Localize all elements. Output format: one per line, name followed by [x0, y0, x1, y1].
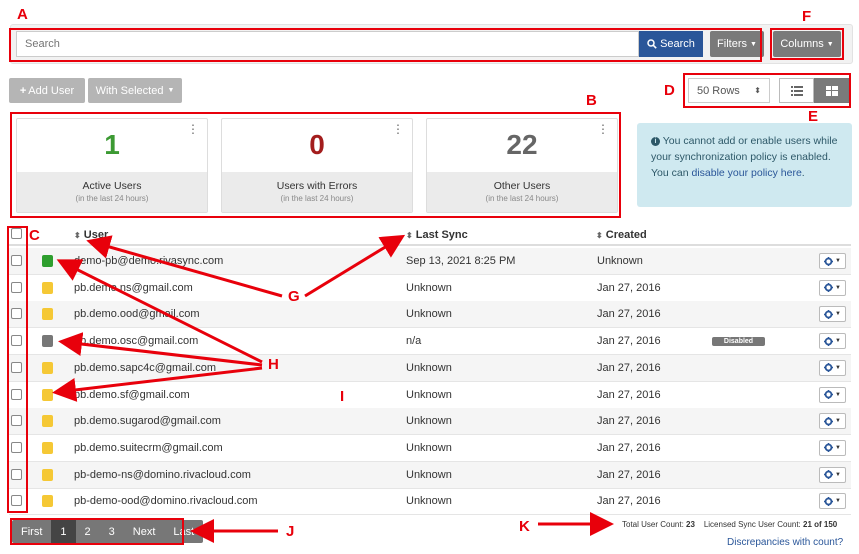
annotation-arrows	[52, 234, 614, 543]
